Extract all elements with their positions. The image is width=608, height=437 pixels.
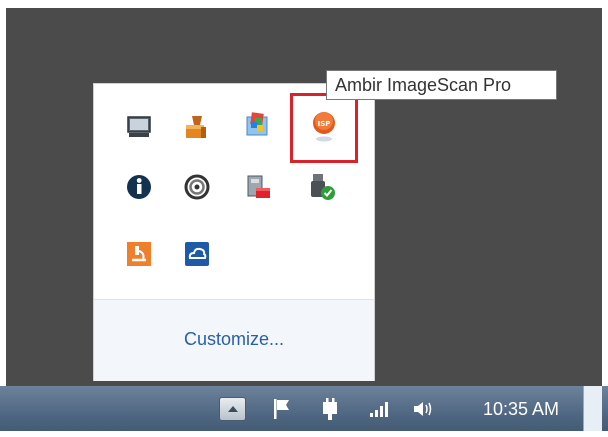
spiral-icon[interactable] — [180, 170, 214, 204]
windows-update-icon[interactable] — [242, 108, 276, 142]
network-card-icon[interactable] — [242, 170, 276, 204]
microscope-icon[interactable] — [122, 237, 156, 271]
usb-check-icon[interactable] — [305, 170, 339, 204]
tray-tooltip: Ambir ImageScan Pro — [326, 70, 557, 100]
show-desktop-button[interactable] — [583, 386, 602, 431]
installer-icon[interactable] — [179, 110, 213, 144]
image-border-right — [602, 0, 608, 437]
cloud-icon[interactable] — [180, 237, 214, 271]
image-border-bottom — [0, 431, 608, 437]
info-icon[interactable] — [122, 170, 156, 204]
show-hidden-icons-button[interactable] — [219, 397, 246, 421]
monitor-icon[interactable] — [122, 110, 156, 144]
taskbar-clock[interactable]: 10:35 AM — [471, 394, 571, 424]
highlight-box — [290, 93, 358, 163]
chevron-up-icon — [227, 406, 238, 412]
flyout-footer: Customize... — [94, 300, 374, 381]
customize-link[interactable]: Customize... — [94, 329, 374, 350]
power-plug-icon[interactable] — [318, 394, 342, 424]
signal-bars-icon[interactable] — [367, 394, 391, 424]
image-border-left — [0, 0, 6, 437]
flag-icon[interactable] — [270, 394, 294, 424]
speaker-icon[interactable] — [410, 394, 436, 424]
taskbar: 10:35 AM — [0, 386, 608, 437]
image-border-top — [0, 0, 608, 8]
